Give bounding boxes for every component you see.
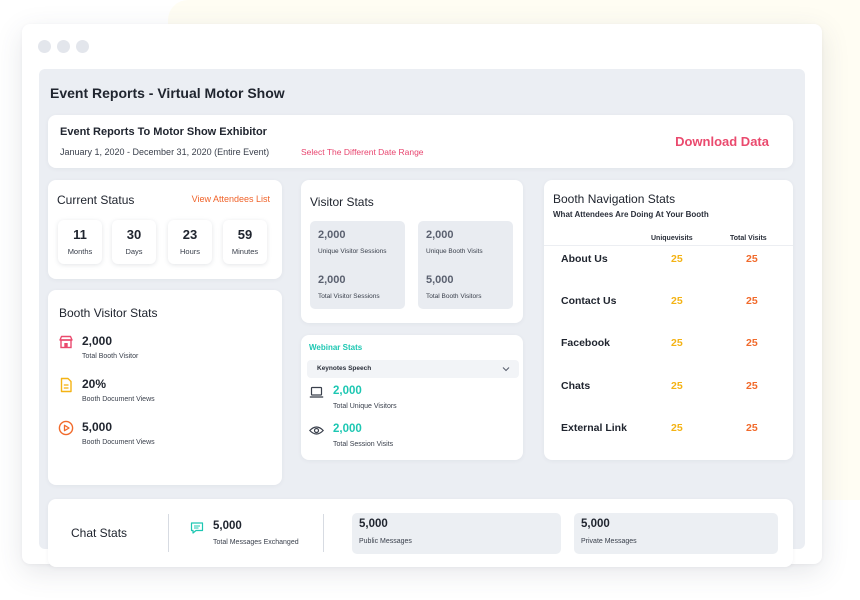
row-label: About Us (561, 253, 608, 265)
stat-value: 5,000 (82, 420, 113, 434)
window-dot[interactable] (57, 40, 70, 53)
table-row[interactable]: Chats 25 25 (544, 377, 793, 397)
visitor-stats-left-box: 2,000 Unique Visitor Sessions 2,000 Tota… (310, 221, 405, 309)
stat-label: Private Messages (581, 538, 637, 545)
app-window: Event Reports - Virtual Motor Show Event… (22, 24, 822, 567)
row-label: External Link (561, 422, 627, 434)
timer-months: 11 Months (58, 220, 102, 264)
stat-label: Total Session Visits (333, 441, 394, 448)
stat-label: Total Messages Exchanged (213, 539, 299, 546)
chat-stats-card: Chat Stats 5,000 Total Messages Exchange… (48, 499, 793, 567)
stat-value: 2,000 (82, 334, 113, 348)
current-status-card: Current Status View Attendees List 11 Mo… (48, 180, 282, 279)
report-date-range: January 1, 2020 - December 31, 2020 (Ent… (60, 147, 270, 157)
dashboard-panel: Event Reports - Virtual Motor Show Event… (39, 69, 805, 567)
total-visits-value: 25 (746, 337, 758, 349)
stat-label: Unique Booth Visits (426, 248, 483, 255)
select-date-range-link[interactable]: Select The Different Date Range (301, 147, 424, 157)
current-status-title: Current Status (57, 193, 135, 207)
stat-value: 5,000 (213, 520, 242, 532)
timer-minutes: 59 Minutes (223, 220, 267, 264)
unique-visits-value: 25 (671, 380, 683, 392)
table-row[interactable]: Facebook 25 25 (544, 334, 793, 354)
stat-label: Unique Visitor Sessions (318, 248, 387, 255)
document-icon (60, 377, 72, 393)
booth-icon (59, 335, 73, 349)
stat-label: Total Unique Visitors (333, 403, 397, 410)
stat-label: Total Booth Visitors (426, 293, 482, 300)
private-messages-box: 5,000 Private Messages (574, 513, 778, 554)
table-row[interactable]: External Link 25 25 (544, 419, 793, 439)
column-header-total: Total Visits (730, 235, 767, 242)
page-title: Event Reports - Virtual Motor Show (50, 85, 285, 101)
unique-visits-value: 25 (671, 253, 683, 265)
report-header-card: Event Reports To Motor Show Exhibitor Ja… (48, 115, 793, 168)
stat-value: 2,000 (318, 229, 346, 241)
unique-visits-value: 25 (671, 422, 683, 434)
total-visits-value: 25 (746, 295, 758, 307)
stat-value: 2,000 (333, 423, 362, 435)
window-dot[interactable] (76, 40, 89, 53)
booth-visitor-stats-title: Booth Visitor Stats (59, 306, 158, 320)
table-divider (544, 245, 793, 246)
stat-label: Total Visitor Sessions (318, 293, 380, 300)
row-label: Facebook (561, 337, 611, 349)
booth-visitor-stats-card: Booth Visitor Stats 2,000 Total Booth Vi… (48, 290, 282, 485)
stat-label: Booth Document Views (82, 396, 155, 403)
public-messages-box: 5,000 Public Messages (352, 513, 561, 554)
chevron-down-icon (502, 367, 510, 372)
stat-label: Total Booth Visitor (82, 353, 139, 360)
chat-bubble-icon (190, 522, 204, 534)
timer-days: 30 Days (112, 220, 156, 264)
unique-visits-value: 25 (671, 337, 683, 349)
booth-navigation-title: Booth Navigation Stats (553, 192, 676, 206)
stat-value: 5,000 (426, 274, 454, 286)
webinar-stats-card: Webinar Stats Keynotes Speech 2,000 Tota… (301, 335, 523, 460)
visitor-stats-title: Visitor Stats (310, 195, 374, 209)
window-dot[interactable] (38, 40, 51, 53)
timer-hours: 23 Hours (168, 220, 212, 264)
unique-visits-value: 25 (671, 295, 683, 307)
booth-navigation-card: Booth Navigation Stats What Attendees Ar… (544, 180, 793, 460)
column-header-unique: Uniquevisits (651, 235, 693, 242)
table-row[interactable]: Contact Us 25 25 (544, 292, 793, 312)
total-visits-value: 25 (746, 422, 758, 434)
window-controls (38, 40, 89, 53)
laptop-icon (309, 386, 324, 398)
table-row[interactable]: About Us 25 25 (544, 250, 793, 270)
total-visits-value: 25 (746, 380, 758, 392)
view-attendees-link[interactable]: View Attendees List (192, 194, 270, 204)
stat-value: 2,000 (426, 229, 454, 241)
download-data-button[interactable]: Download Data (675, 134, 769, 149)
stat-value: 5,000 (581, 518, 610, 530)
total-visits-value: 25 (746, 253, 758, 265)
stat-value: 20% (82, 377, 107, 391)
stat-label: Public Messages (359, 538, 412, 545)
stat-label: Booth Document Views (82, 439, 155, 446)
visitor-stats-card: Visitor Stats 2,000 Unique Visitor Sessi… (301, 180, 523, 323)
stat-value: 2,000 (318, 274, 346, 286)
row-label: Chats (561, 380, 591, 392)
chat-stats-title: Chat Stats (71, 526, 128, 540)
divider (323, 514, 324, 552)
report-title: Event Reports To Motor Show Exhibitor (60, 126, 267, 138)
stat-value: 5,000 (359, 518, 388, 530)
webinar-session-select[interactable]: Keynotes Speech (307, 360, 519, 378)
stat-value: 2,000 (333, 385, 362, 397)
play-icon (58, 420, 74, 436)
webinar-select-value: Keynotes Speech (317, 365, 372, 372)
visitor-stats-right-box: 2,000 Unique Booth Visits 5,000 Total Bo… (418, 221, 513, 309)
row-label: Contact Us (561, 295, 617, 307)
divider (168, 514, 169, 552)
booth-navigation-subtitle: What Attendees Are Doing At Your Booth (553, 210, 709, 219)
webinar-stats-title: Webinar Stats (309, 343, 363, 352)
eye-icon (309, 426, 324, 435)
